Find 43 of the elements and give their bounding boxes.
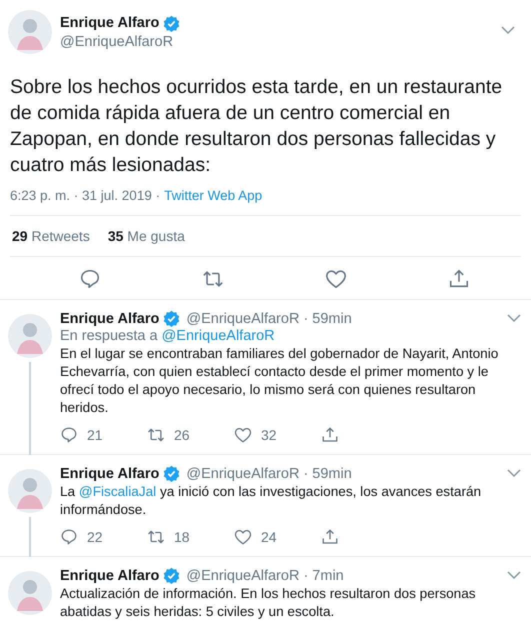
tweet-text: Sobre los hechos ocurridos esta tarde, en un restaurante de comida rápida afuera de un centro comercial en Zapopan, en donde resultaron dos personas fallecidas y cuatro más lesionadas: [10, 75, 504, 178]
timestamp: 6:23 p. m. · 31 jul. 2019 · [10, 188, 160, 203]
tweet-text: En el lugar se encontraban familiares del gobernador de Nayarit, Antonio Echevarría, con quien establecí contacto desde el primer momento y le ofrecí todo el apoyo necesario, lo mismo será con quienes resultaron heridos. [60, 345, 500, 417]
author-handle[interactable]: @EnriqueAlfaroR [60, 34, 493, 50]
heart-icon[interactable] [234, 426, 252, 444]
tweet-age: · 7min [303, 568, 345, 584]
stat-count[interactable]: 35 Me gusta [108, 228, 185, 244]
heart-icon[interactable] [234, 528, 252, 546]
chevron-down-icon[interactable] [501, 26, 515, 35]
share-icon[interactable] [321, 426, 339, 444]
chevron-down-icon[interactable] [507, 571, 521, 580]
author-name[interactable]: Enrique Alfaro [60, 568, 160, 584]
retweet-icon[interactable] [147, 528, 165, 546]
share-icon[interactable] [448, 268, 470, 290]
reply-count: 21 [87, 427, 103, 443]
like-count: 32 [261, 427, 277, 443]
author-handle[interactable]: @EnriqueAlfaroR [186, 466, 300, 482]
reply-icon[interactable] [60, 426, 78, 444]
mention-link[interactable]: @EnriqueAlfaroR [162, 328, 275, 344]
author-name[interactable]: Enrique Alfaro [60, 310, 160, 326]
reply-icon[interactable] [78, 268, 101, 290]
retweet-icon[interactable] [147, 426, 165, 444]
author-name[interactable]: Enrique Alfaro [60, 466, 160, 482]
author-handle[interactable]: @EnriqueAlfaroR [186, 568, 300, 584]
reply-icon[interactable] [60, 528, 78, 546]
author-name[interactable]: Enrique Alfaro [60, 15, 160, 31]
like-count: 24 [261, 529, 277, 545]
retweet-count: 18 [174, 529, 190, 545]
tweet-text: La @FiscaliaJal ya inició con las investigaciones, los avances estarán informándose. [60, 483, 482, 519]
tweet-age: · 59min [303, 466, 353, 482]
retweet-count: 26 [174, 427, 190, 443]
share-icon[interactable] [321, 528, 339, 546]
heart-icon[interactable] [325, 268, 348, 290]
tweet-text: Actualización de información. En los hechos resultaron dos personas abatidas y seis heridas: 5 civiles y un escolta. [60, 585, 477, 621]
chevron-down-icon[interactable] [507, 314, 521, 323]
tweet-age: · 59min [303, 310, 353, 326]
source-link[interactable]: Twitter Web App [164, 188, 262, 203]
author-handle[interactable]: @EnriqueAlfaroR [186, 310, 300, 326]
reply-context: En respuesta a @EnriqueAlfaroR [60, 328, 276, 344]
chevron-down-icon[interactable] [507, 469, 521, 478]
stat-count[interactable]: 29 Retweets [12, 228, 90, 244]
reply-count: 22 [87, 529, 103, 545]
mention-link[interactable]: @FiscaliaJal [78, 484, 156, 499]
